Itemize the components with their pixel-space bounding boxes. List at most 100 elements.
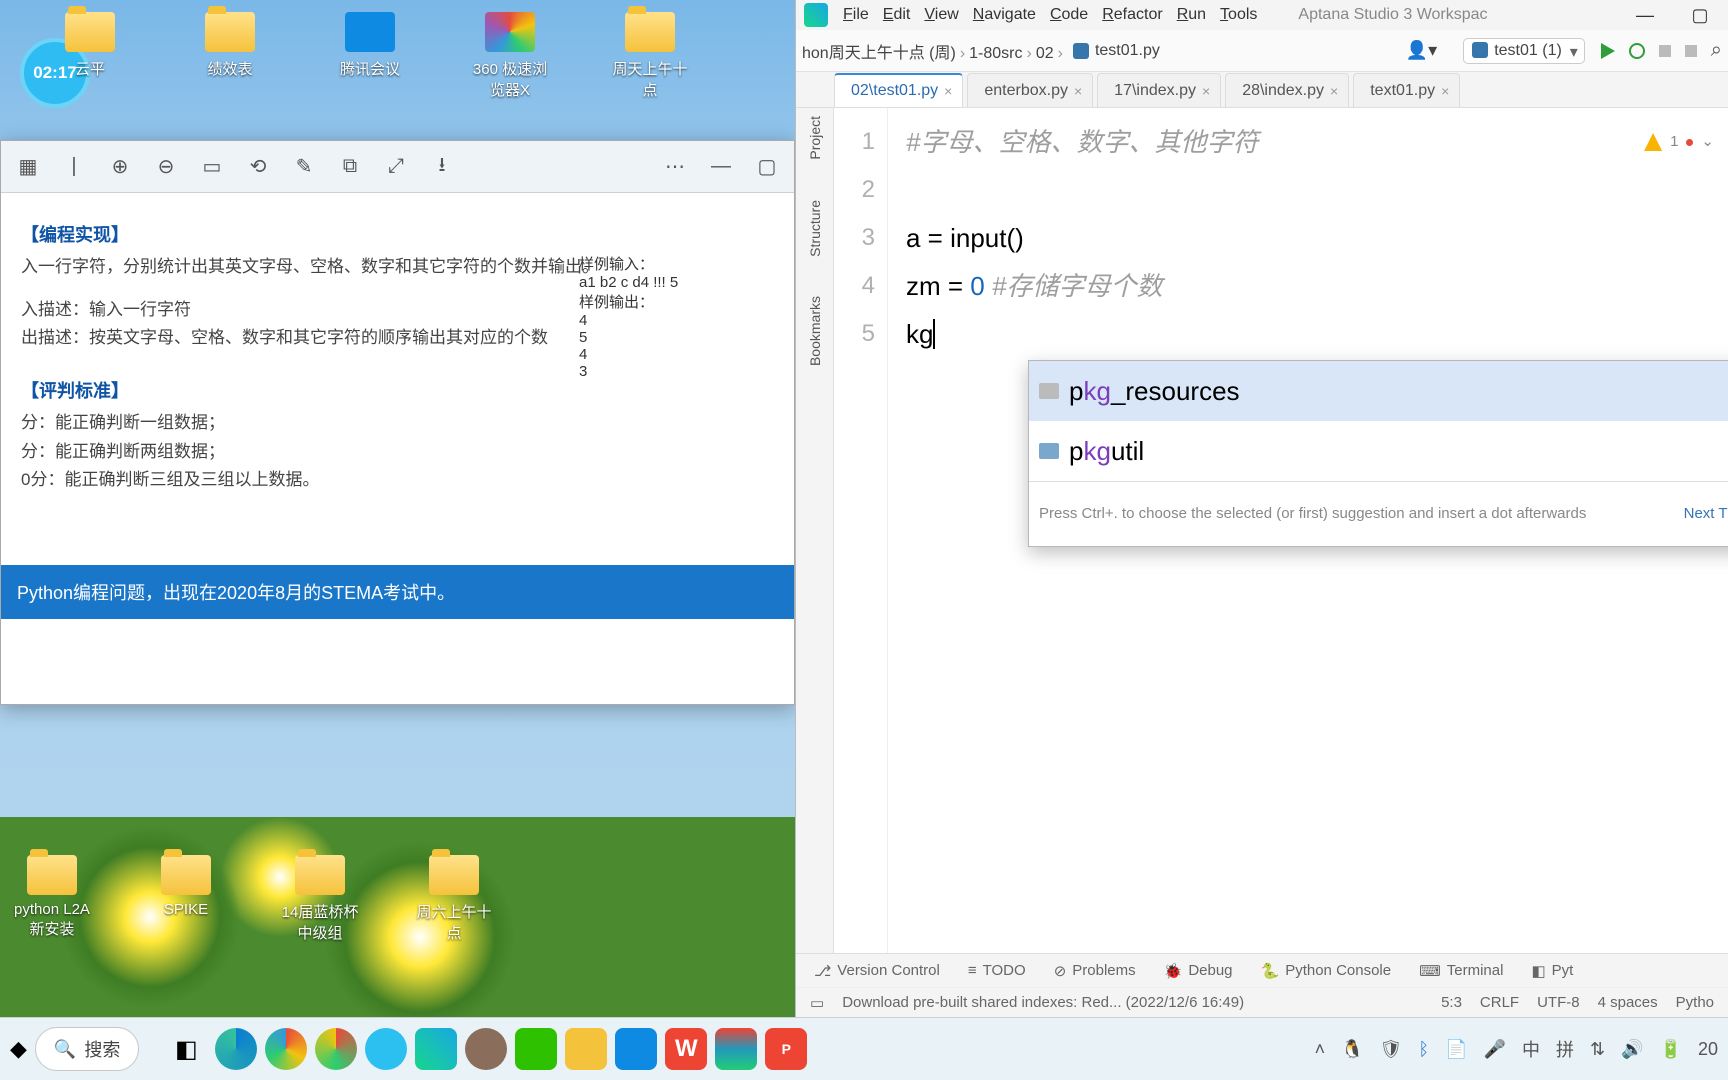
zoom-in-icon[interactable]: ⊕ [107, 154, 133, 180]
start-button[interactable]: ◆ [10, 1036, 27, 1062]
tencent-meeting-icon[interactable] [615, 1028, 657, 1070]
close-tab-icon[interactable]: × [944, 83, 952, 99]
tool-window-debug[interactable]: 🐞Debug [1164, 962, 1233, 980]
tool-window-terminal[interactable]: ⌨Terminal [1419, 962, 1503, 980]
notes-icon[interactable]: 📄 [1445, 1039, 1467, 1060]
chrome-icon[interactable] [315, 1028, 357, 1070]
interpreter[interactable]: Pytho [1676, 994, 1714, 1011]
menu-item[interactable]: Navigate [973, 6, 1036, 23]
explorer-icon[interactable] [565, 1028, 607, 1070]
side-tab-project[interactable]: Project [807, 116, 823, 160]
tool-window-pyt[interactable]: ◧Pyt [1531, 962, 1573, 980]
close-tab-icon[interactable]: × [1330, 83, 1338, 99]
run-config-selector[interactable]: test01 (1) [1463, 38, 1585, 64]
desktop-icon[interactable]: 腾讯会议 [330, 12, 410, 100]
breadcrumb-item[interactable]: hon周天上午十点 (周) [802, 45, 956, 62]
zoom-out-icon[interactable]: ⊖ [153, 154, 179, 180]
editor-tab[interactable]: 17\index.py× [1097, 73, 1221, 107]
fullscreen-icon[interactable]: ⤢ [383, 154, 409, 180]
desktop-icon[interactable]: 周六上午十点 [414, 855, 494, 943]
ime-pinyin-icon[interactable]: 拼 [1556, 1036, 1574, 1062]
window-minimize-button[interactable]: — [1625, 5, 1665, 26]
maximize-icon[interactable]: ▢ [754, 154, 780, 180]
pycharm-taskbar-icon[interactable] [415, 1028, 457, 1070]
download-icon[interactable]: ⭳ [429, 154, 455, 180]
file-encoding[interactable]: UTF-8 [1537, 994, 1580, 1011]
menu-item[interactable]: Refactor [1102, 6, 1162, 23]
editor-tab[interactable]: 02\test01.py× [834, 73, 963, 107]
stop-icon[interactable] [1685, 45, 1697, 57]
bluetooth-icon[interactable]: ᛒ [1418, 1039, 1429, 1060]
editor-tab[interactable]: text01.py× [1353, 73, 1460, 107]
pdf-icon[interactable]: P [765, 1028, 807, 1070]
tool-window-python console[interactable]: 🐍Python Console [1261, 962, 1392, 980]
inspection-widget[interactable]: 1 ⌄ [1644, 118, 1714, 166]
desktop-icon[interactable]: 周天上午十点 [610, 12, 690, 100]
breadcrumb-item[interactable]: 02 [1036, 45, 1054, 62]
battery-icon[interactable]: 🔋 [1660, 1039, 1682, 1060]
tray-expand-icon[interactable]: ˄ [1315, 1039, 1326, 1060]
window-maximize-button[interactable]: ▢ [1680, 5, 1720, 26]
close-tab-icon[interactable]: × [1202, 83, 1210, 99]
qq-tray-icon[interactable]: 🐧 [1341, 1039, 1363, 1060]
more-icon[interactable]: ⋯ [662, 154, 688, 180]
search-icon[interactable]: ⌕ [1711, 39, 1722, 62]
autocomplete-item[interactable]: pkg_resources [1029, 361, 1728, 421]
rotate-icon[interactable]: ⟲ [245, 154, 271, 180]
mic-icon[interactable]: 🎤 [1484, 1039, 1506, 1060]
line-separator[interactable]: CRLF [1480, 994, 1519, 1011]
menu-item[interactable]: File [843, 6, 869, 23]
desktop-icon[interactable]: 360 极速浏览器X [470, 12, 550, 100]
qq-browser-icon[interactable] [365, 1028, 407, 1070]
tool-window-version control[interactable]: ⎇Version Control [814, 962, 940, 980]
grid-icon[interactable]: ▦ [15, 154, 41, 180]
menu-item[interactable]: View [924, 6, 958, 23]
tool-window-problems[interactable]: ⊘Problems [1054, 962, 1136, 980]
desktop-icon[interactable]: 14届蓝桥杯中级组 [280, 855, 360, 943]
menu-item[interactable]: Edit [883, 6, 911, 23]
close-tab-icon[interactable]: × [1074, 83, 1082, 99]
desktop-icon[interactable]: python L2A 新安装 [12, 855, 92, 943]
autocomplete-item[interactable]: pkgutil [1029, 421, 1728, 481]
close-tab-icon[interactable]: × [1441, 83, 1449, 99]
user-icon[interactable]: 👤▾ [1406, 40, 1437, 61]
desktop-icon[interactable]: 云平 [50, 12, 130, 100]
office-icon[interactable] [715, 1028, 757, 1070]
debug-icon[interactable] [1629, 43, 1645, 59]
browser-icon[interactable] [265, 1028, 307, 1070]
breadcrumb-item[interactable]: 1-80src [969, 45, 1022, 62]
desktop-icon[interactable]: 绩效表 [190, 12, 270, 100]
volume-icon[interactable]: 🔊 [1621, 1039, 1643, 1060]
indent-setting[interactable]: 4 spaces [1598, 994, 1658, 1011]
menu-item[interactable]: Tools [1220, 6, 1257, 23]
menu-item[interactable]: Run [1177, 6, 1206, 23]
edit-icon[interactable]: ✎ [291, 154, 317, 180]
wechat-icon[interactable] [515, 1028, 557, 1070]
taskbar-search[interactable]: 🔍搜索 [35, 1027, 139, 1071]
editor-tab[interactable]: enterbox.py× [967, 73, 1093, 107]
desktop-icon[interactable]: SPIKE [146, 855, 226, 943]
fit-icon[interactable]: ▭ [199, 154, 225, 180]
autocomplete-popup[interactable]: pkg_resourcespkgutil Press Ctrl+. to cho… [1028, 360, 1728, 547]
clock-partial[interactable]: 20 [1698, 1039, 1718, 1060]
menu-item[interactable]: Code [1050, 6, 1088, 23]
task-view-icon[interactable]: ◧ [165, 1028, 207, 1070]
edge-icon[interactable] [215, 1028, 257, 1070]
app-icon[interactable] [465, 1028, 507, 1070]
ime-zh-icon[interactable]: 中 [1522, 1036, 1540, 1062]
security-icon[interactable]: 🛡 [1380, 1039, 1403, 1060]
tool-window-todo[interactable]: ≡TODO [968, 962, 1026, 979]
code-editor[interactable]: 1 ⌄ #字母、空格、数字、其他字符 a = input() zm = 0 #存… [888, 108, 1728, 953]
wifi-icon[interactable]: ⇅ [1590, 1039, 1605, 1060]
wps-icon[interactable]: W [665, 1028, 707, 1070]
side-tab-structure[interactable]: Structure [807, 200, 823, 257]
editor-tab[interactable]: 28\index.py× [1225, 73, 1349, 107]
minimize-icon[interactable]: — [708, 154, 734, 180]
breadcrumb-file[interactable]: test01.py [1073, 42, 1160, 60]
run-icon[interactable] [1601, 43, 1615, 59]
side-tab-bookmarks[interactable]: Bookmarks [807, 296, 823, 366]
coverage-icon[interactable] [1659, 45, 1671, 57]
next-tip-link[interactable]: Next Tip [1684, 505, 1728, 522]
event-log-icon[interactable]: ▭ [810, 994, 824, 1012]
copy-icon[interactable]: ⧉ [337, 154, 363, 180]
